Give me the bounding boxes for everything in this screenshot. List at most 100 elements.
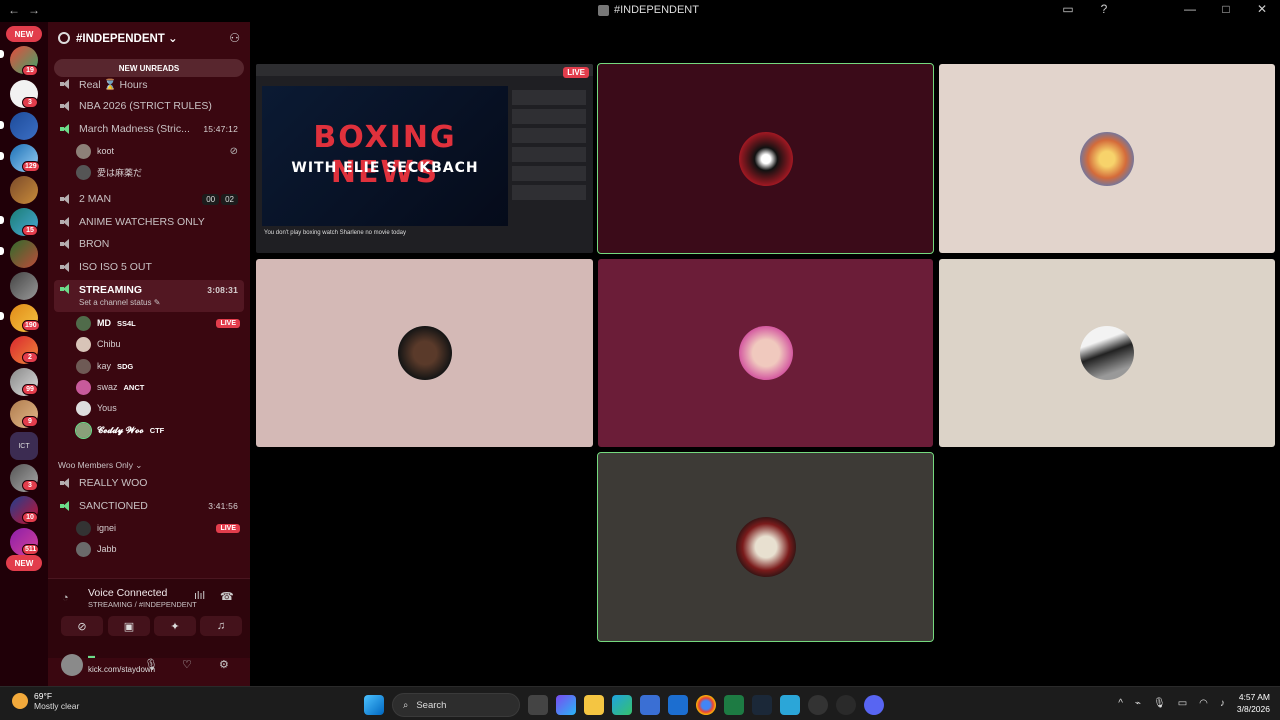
- add-member-icon[interactable]: ⚇: [229, 31, 240, 45]
- sheets-icon[interactable]: [724, 695, 744, 715]
- forward-arrow-icon[interactable]: →: [28, 3, 40, 17]
- participant-tile[interactable]: [939, 259, 1275, 447]
- stream-caption: You don't play boxing watch Sharlene no …: [264, 230, 407, 236]
- user-count: 00: [202, 193, 220, 205]
- channel-anime-watchers[interactable]: ANIME WATCHERS ONLY: [54, 212, 244, 232]
- screen-share-button[interactable]: ▣: [108, 616, 150, 636]
- voice-user-md[interactable]: MD SS4L LIVE: [76, 313, 242, 333]
- new-badge-bottom[interactable]: NEW: [6, 555, 42, 571]
- participant-tile[interactable]: [598, 259, 933, 447]
- display-icon[interactable]: ▭: [1178, 698, 1187, 709]
- steam-icon[interactable]: [752, 695, 772, 715]
- participant-tile[interactable]: [597, 452, 934, 642]
- live-badge: LIVE: [563, 67, 589, 78]
- voice-user-kay[interactable]: kay SDG: [76, 356, 242, 376]
- voice-user-ceddy-woo[interactable]: 𝓒𝓮𝓭𝓭𝔂 𝓦𝓸𝓸 CTF: [75, 420, 242, 440]
- channel-sanctioned[interactable]: SANCTIONED 3:41:56: [54, 496, 244, 516]
- server-icon-8[interactable]: [10, 272, 38, 300]
- channel-nba-2026[interactable]: NBA 2026 (STRICT RULES): [54, 96, 244, 116]
- category-woo-members[interactable]: Woo Members Only ⌄: [58, 460, 142, 471]
- back-arrow-icon[interactable]: ←: [8, 3, 20, 17]
- copilot-icon[interactable]: [556, 695, 576, 715]
- participant-tile[interactable]: [256, 259, 593, 447]
- voice-user-koot[interactable]: koot ⊘: [76, 141, 242, 161]
- voice-user-2[interactable]: 愛は麻薬だ: [76, 162, 242, 182]
- channel-iso-iso[interactable]: ISO ISO 5 OUT: [54, 257, 244, 277]
- help-icon[interactable]: ?: [1096, 2, 1112, 16]
- window-title: #INDEPENDENT: [598, 4, 699, 16]
- activities-button[interactable]: ✦: [154, 616, 196, 636]
- participant-tile[interactable]: [597, 63, 934, 254]
- clan-tag: SS4L: [117, 318, 136, 328]
- new-badge-top[interactable]: NEW: [6, 26, 42, 42]
- participant-avatar: [738, 131, 793, 186]
- voice-status[interactable]: Voice Connected: [88, 587, 167, 599]
- channel-real-hours[interactable]: Real ⌛ Hours: [54, 74, 244, 94]
- store-icon[interactable]: [640, 695, 660, 715]
- clock[interactable]: 4:57 AM 3/8/2026: [1237, 691, 1270, 715]
- live-badge[interactable]: LIVE: [216, 318, 240, 328]
- participant-tile[interactable]: [939, 64, 1275, 253]
- voice-user-ignei[interactable]: ignei LIVE: [76, 518, 242, 538]
- discord-icon[interactable]: [864, 695, 884, 715]
- speaker-icon: [60, 478, 72, 488]
- speaker-icon: [60, 501, 72, 511]
- channel-really-woo[interactable]: REALLY WOO: [54, 473, 244, 493]
- start-menu-icon[interactable]: [364, 695, 384, 715]
- user-panel: ▬ kick.com/staydown 🎙 ♡ ⚙: [48, 653, 250, 686]
- outlook-icon[interactable]: [668, 695, 688, 715]
- chevron-up-icon[interactable]: ^: [1118, 698, 1123, 709]
- file-explorer-icon[interactable]: [584, 695, 604, 715]
- connection-icon[interactable]: ◔: [62, 592, 69, 604]
- channel-streaming[interactable]: STREAMING 3:08:31 Set a channel status ✎: [54, 280, 244, 312]
- server-boost-icon: [58, 32, 70, 44]
- app-icon[interactable]: [808, 695, 828, 715]
- soundboard-button[interactable]: ♫: [200, 616, 242, 636]
- chrome-icon[interactable]: [696, 695, 716, 715]
- channel-sidebar: #INDEPENDENT ⌄ ⚇ NEW UNREADS Real ⌛ Hour…: [48, 22, 250, 686]
- headset-icon[interactable]: ♡: [182, 658, 192, 671]
- minimize-button[interactable]: —: [1182, 2, 1198, 16]
- user-limit: 02: [221, 193, 238, 205]
- network-icon[interactable]: ⌁: [1135, 698, 1141, 709]
- server-icon-5[interactable]: [10, 176, 38, 204]
- avatar[interactable]: [61, 654, 83, 676]
- close-button[interactable]: ✕: [1254, 2, 1270, 16]
- channel-status-prompt[interactable]: Set a channel status ✎: [79, 298, 160, 307]
- volume-icon[interactable]: ♪: [1220, 698, 1225, 709]
- unread-count: 2: [22, 352, 38, 363]
- screenshare-tile[interactable]: BOXING NEWS WITH ELIE SECKBACH You don't…: [256, 64, 593, 253]
- voice-user-yous[interactable]: Yous: [76, 398, 242, 418]
- edge-icon[interactable]: [612, 695, 632, 715]
- stream-headline: BOXING NEWS: [313, 120, 457, 190]
- channel-2-man[interactable]: 2 MAN 00 02: [54, 189, 244, 209]
- voice-location[interactable]: STREAMING / #INDEPENDENT: [88, 600, 197, 609]
- inbox-icon[interactable]: ▭: [1060, 2, 1076, 16]
- taskbar-search[interactable]: ⌕ Search: [392, 693, 520, 717]
- noise-suppression-icon[interactable]: ılıl: [194, 590, 205, 602]
- camera-off-button[interactable]: ⊘: [61, 616, 103, 636]
- live-badge[interactable]: LIVE: [216, 523, 240, 533]
- server-icon-7[interactable]: [10, 240, 38, 268]
- voice-user-swaz[interactable]: swaz ANCT: [76, 377, 242, 397]
- maximize-button[interactable]: □: [1218, 2, 1234, 16]
- channel-march-madness[interactable]: March Madness (Stric... 15:47:12: [54, 119, 244, 139]
- server-header[interactable]: #INDEPENDENT ⌄ ⚇: [48, 22, 250, 54]
- voice-user-jabb[interactable]: Jabb: [76, 539, 242, 559]
- obs-icon[interactable]: [836, 695, 856, 715]
- server-icon-3[interactable]: [10, 112, 38, 140]
- weather-widget[interactable]: 69°F Mostly clear: [12, 691, 79, 711]
- microphone-icon[interactable]: 🎙: [144, 658, 158, 671]
- microphone-icon[interactable]: 🎙: [1153, 698, 1166, 709]
- channel-bron[interactable]: BRON: [54, 234, 244, 254]
- avatar: [76, 400, 91, 416]
- participant-avatar: [735, 517, 796, 577]
- disconnect-icon[interactable]: ☎: [220, 590, 234, 603]
- settings-gear-icon[interactable]: ⚙: [219, 658, 229, 671]
- search-icon: ⌕: [403, 699, 409, 711]
- task-view-icon[interactable]: [528, 695, 548, 715]
- wifi-icon[interactable]: ◠: [1199, 698, 1208, 709]
- server-icon-ict[interactable]: ICT: [10, 432, 38, 460]
- voice-user-chibu[interactable]: Chibu: [76, 334, 242, 354]
- photos-icon[interactable]: [780, 695, 800, 715]
